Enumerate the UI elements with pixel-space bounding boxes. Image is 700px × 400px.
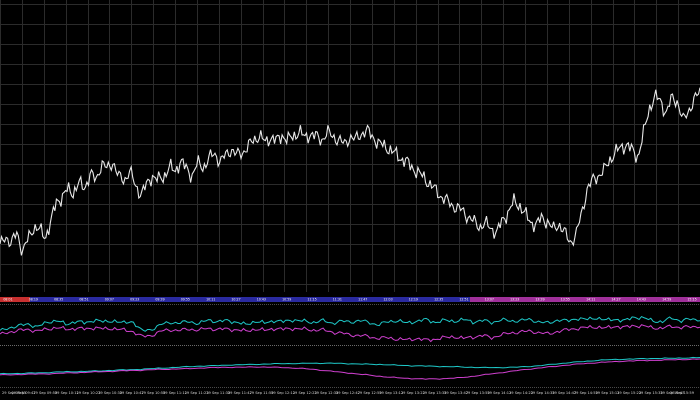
session-band-label: 08:51 (79, 298, 88, 302)
time-axis-label: 29 Sep 15:11 (596, 391, 620, 395)
session-band-label: 11:15 (307, 298, 316, 302)
session-band-label: 13:07 (485, 298, 494, 302)
session-band-label: 13:23 (510, 298, 519, 302)
session-band-label: 09:07 (105, 298, 114, 302)
time-axis-label: 29 Sep 13:11 (379, 391, 403, 395)
session-band-label: 12:03 (383, 298, 392, 302)
time-axis-label: 29 Sep 13:47 (444, 391, 468, 395)
time-axis-label: 29 Sep 13:35 (423, 391, 447, 395)
time-axis-label: 29 Sep 10:23 (77, 391, 101, 395)
time-axis-label: 29 Sep 13:23 (401, 391, 425, 395)
time-axis-label: 29 Sep 12:23 (293, 391, 317, 395)
session-band-label: 09:39 (155, 298, 164, 302)
session-band-label: 10:27 (231, 298, 240, 302)
session-band-label: 08:19 (29, 298, 38, 302)
session-band-segment (30, 297, 470, 302)
session-band-label: 09:23 (130, 298, 139, 302)
session-band-label: 09:55 (181, 298, 190, 302)
session-band-label: 11:47 (358, 298, 367, 302)
time-axis-label: 29 Sep 10:35 (98, 391, 122, 395)
session-band-label: 10:11 (206, 298, 215, 302)
time-axis-label: 29 Sep 11:47 (228, 391, 252, 395)
time-axis-label: 29 Sep 11:11 (163, 391, 187, 395)
session-band: 08:01 08:19 08:35 08:51 09:07 09:23 09:39 09:55… (0, 297, 700, 302)
time-axis-label: 29 Sep 11:23 (185, 391, 209, 395)
time-axis-label: 29 Sep 11:35 (206, 391, 230, 395)
time-axis-label: 29 Sep 10:11 (55, 391, 79, 395)
time-axis-label: 29 Sep 14:11 (487, 391, 511, 395)
time-axis-label: 29 Sep 14:47 (552, 391, 576, 395)
session-band-label: 13:39 (535, 298, 544, 302)
time-axis-label: 29 Sep 14:23 (509, 391, 533, 395)
session-band-label: 12:51 (459, 298, 468, 302)
session-band-label: 14:11 (586, 298, 595, 302)
session-band-label: 15:15 (687, 298, 696, 302)
session-band-label: 14:27 (611, 298, 620, 302)
time-axis-label: 29 Sep 10:47 (120, 391, 144, 395)
session-band-label: 10:43 (257, 298, 266, 302)
time-axis-label: 29 Sep 12:47 (336, 391, 360, 395)
session-band-label: 14:43 (637, 298, 646, 302)
session-band-label: 10:59 (282, 298, 291, 302)
time-axis-label: 29 Sep 12:35 (314, 391, 338, 395)
time-axis-label: 29 Sep 12:11 (271, 391, 295, 395)
session-band-label: 11:31 (333, 298, 342, 302)
trading-chart[interactable]: 08:01 08:19 08:35 08:51 09:07 09:23 09:39 09:55… (0, 0, 700, 400)
session-band-label: 12:19 (409, 298, 418, 302)
time-axis: 29 Sep 09:3529 Sep 09:4729 Sep 09:5929 S… (2, 391, 695, 395)
session-band-label: 14:59 (662, 298, 671, 302)
time-axis-label: 29 Sep 15:35 (639, 391, 663, 395)
time-axis-label: 29 Sep 15:23 (617, 391, 641, 395)
session-band-label: 12:35 (434, 298, 443, 302)
session-band-label: 13:55 (561, 298, 570, 302)
session-band-label: 08:01 (3, 298, 12, 302)
time-axis-label: 29 Sep 14:35 (531, 391, 555, 395)
time-axis-label: 29 Sep 15:59 (670, 391, 695, 395)
time-axis-label: 29 Sep 09:47 (12, 391, 36, 395)
session-band-label: 08:35 (54, 298, 63, 302)
